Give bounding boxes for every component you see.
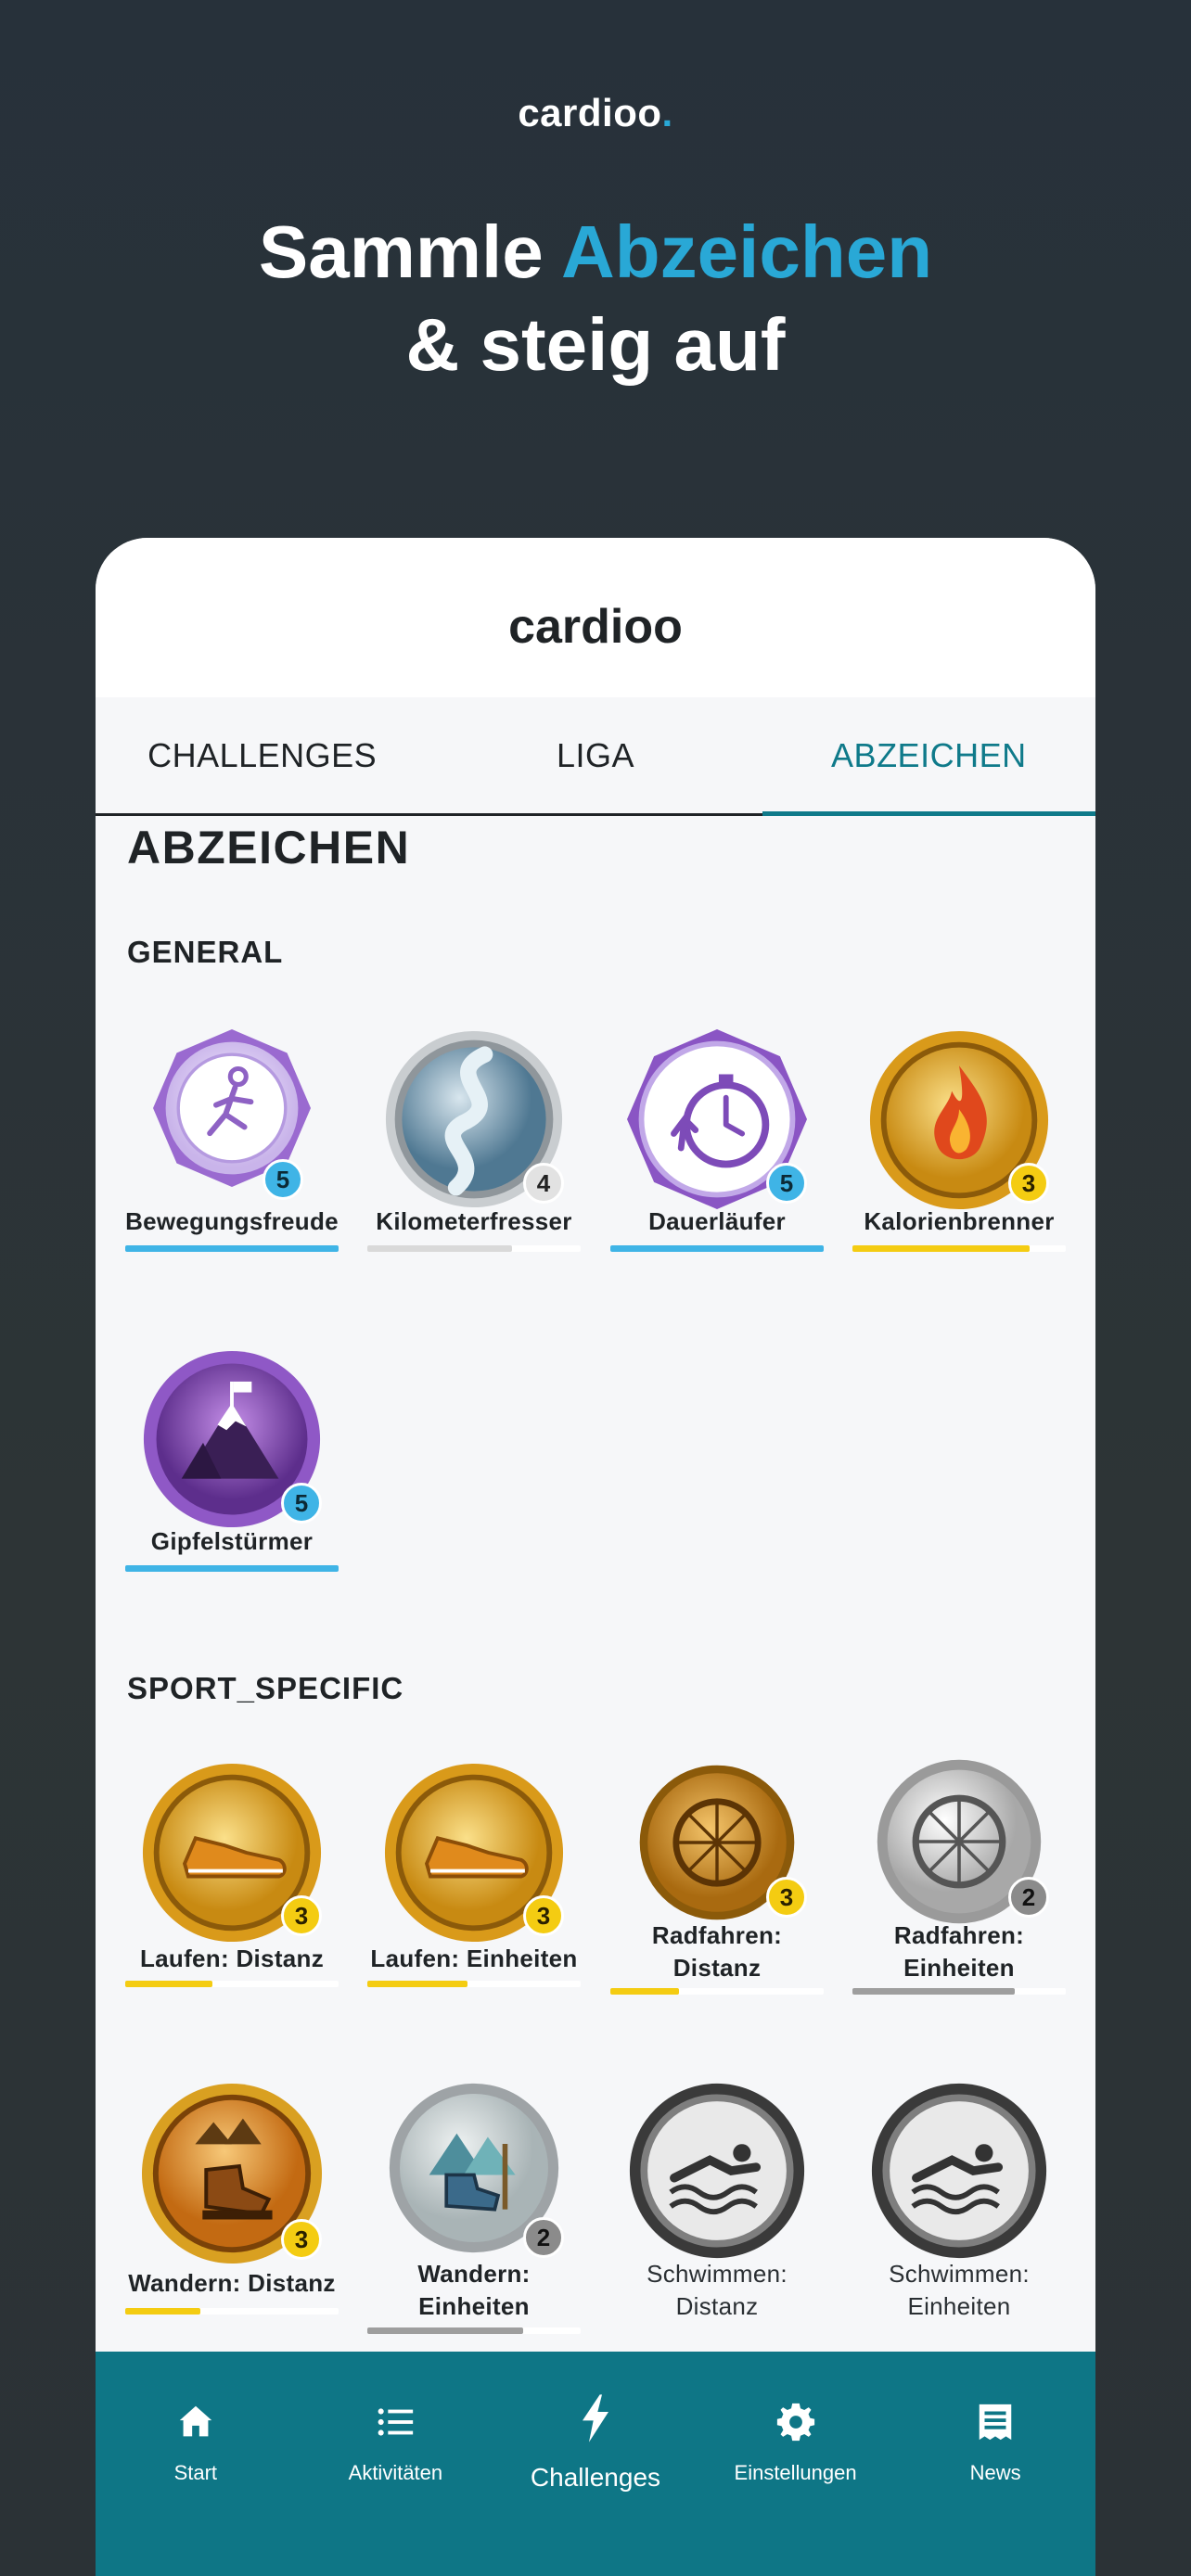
nav-label: Challenges bbox=[530, 2463, 661, 2492]
badge-label: Schwimmen: Einheiten bbox=[889, 2260, 1030, 2320]
list-icon bbox=[373, 2400, 417, 2444]
progress-fill bbox=[610, 1988, 679, 1995]
nav-label: Start bbox=[173, 2461, 218, 2484]
nav-label: Einstellungen bbox=[734, 2461, 857, 2484]
bottom-navigation: Start Aktivitäten Challenges Einstellung… bbox=[96, 2352, 1095, 2576]
badge-laufen-distanz[interactable]: 3 Laufen: Distanz bbox=[125, 1762, 339, 2040]
nav-news[interactable]: News bbox=[895, 2400, 1095, 2576]
badge-label: Wandern: Distanz bbox=[128, 2269, 336, 2297]
badge-label: Kalorienbrenner bbox=[864, 1207, 1055, 1235]
badge-radfahren-distanz[interactable]: 3 Radfahren: Distanz bbox=[610, 1743, 824, 2021]
badge-dauerlaeufer[interactable]: 5 Dauerläufer bbox=[610, 1029, 824, 1307]
page-title: ABZEICHEN bbox=[127, 822, 411, 874]
progress-bar bbox=[852, 1988, 1066, 1995]
tab-label: LIGA bbox=[556, 735, 635, 774]
level-badge: 3 bbox=[281, 2219, 322, 2260]
home-icon bbox=[173, 2400, 218, 2444]
level-badge: 3 bbox=[1008, 1163, 1049, 1204]
badge-label: Laufen: Distanz bbox=[139, 1945, 325, 1972]
tab-liga[interactable]: LIGA bbox=[429, 697, 762, 813]
nav-challenges[interactable]: Challenges bbox=[495, 2394, 696, 2576]
nav-aktivitaeten[interactable]: Aktivitäten bbox=[296, 2400, 496, 2576]
badge-gipfelstuermer[interactable]: 5 Gipfelstürmer bbox=[125, 1349, 339, 1627]
badge-bewegungsfreude[interactable]: 5 Bewegungsfreude bbox=[125, 1029, 339, 1307]
badge-label: Dauerläufer bbox=[648, 1207, 786, 1235]
headline-part1: Sammle bbox=[258, 210, 561, 293]
progress-bar bbox=[852, 1245, 1066, 1252]
progress-bar bbox=[610, 1988, 824, 1995]
progress-fill bbox=[852, 1245, 1030, 1252]
phone-screen: cardioo CHALLENGES LIGA ABZEICHEN ABZEIC… bbox=[96, 538, 1095, 2576]
level-badge: 4 bbox=[523, 1163, 564, 1204]
badge-label: Laufen: Einheiten bbox=[370, 1945, 578, 1972]
badge-wandern-distanz[interactable]: 3 Wandern: Distanz bbox=[125, 2082, 339, 2360]
badge-wandern-einheiten[interactable]: 2 Wandern: Einheiten bbox=[367, 2082, 581, 2360]
badge-label: Radfahren: Einheiten bbox=[893, 1921, 1025, 1982]
promo-brand-text: cardioo bbox=[518, 91, 662, 134]
badge-label: Schwimmen: Distanz bbox=[647, 2260, 788, 2320]
promo-headline: Sammle Abzeichen & steig auf bbox=[0, 206, 1191, 391]
badge-label: Wandern: Einheiten bbox=[417, 2260, 531, 2320]
level-badge: 3 bbox=[523, 1895, 564, 1936]
swimmer-icon bbox=[870, 2082, 1048, 2260]
badge-kalorienbrenner[interactable]: 3 Kalorienbrenner bbox=[852, 1029, 1066, 1307]
progress-bar bbox=[125, 1245, 339, 1252]
swimmer-icon bbox=[628, 2082, 806, 2260]
level-badge: 5 bbox=[766, 1163, 807, 1204]
progress-fill bbox=[367, 2327, 523, 2334]
gear-icon bbox=[774, 2400, 818, 2444]
headline-line2: & steig auf bbox=[405, 303, 786, 386]
badge-label: Bewegungsfreude bbox=[125, 1207, 339, 1235]
tab-bar: CHALLENGES LIGA ABZEICHEN bbox=[96, 697, 1095, 816]
nav-label: Aktivitäten bbox=[348, 2461, 443, 2484]
badge-schwimmen-einheiten[interactable]: Schwimmen: Einheiten bbox=[852, 2082, 1066, 2360]
level-badge: 5 bbox=[263, 1159, 303, 1200]
progress-bar bbox=[125, 2308, 339, 2315]
progress-fill bbox=[610, 1245, 824, 1252]
progress-bar bbox=[610, 1245, 824, 1252]
progress-bar bbox=[125, 1565, 339, 1572]
level-badge: 2 bbox=[523, 2217, 564, 2258]
bolt-icon bbox=[570, 2392, 621, 2444]
badge-label: Kilometerfresser bbox=[376, 1207, 572, 1235]
progress-bar bbox=[367, 1981, 581, 1987]
badge-label: Radfahren: Distanz bbox=[651, 1921, 783, 1982]
level-badge: 5 bbox=[281, 1483, 322, 1524]
newspaper-icon bbox=[973, 2400, 1018, 2444]
badge-kilometerfresser[interactable]: 4 Kilometerfresser bbox=[367, 1029, 581, 1307]
tab-label: ABZEICHEN bbox=[831, 735, 1027, 774]
progress-bar bbox=[125, 1981, 339, 1987]
app-title: cardioo bbox=[508, 600, 683, 654]
badge-laufen-einheiten[interactable]: 3 Laufen: Einheiten bbox=[367, 1762, 581, 2040]
progress-fill bbox=[852, 1988, 1015, 1995]
nav-label: News bbox=[969, 2461, 1021, 2484]
headline-accent: Abzeichen bbox=[561, 210, 933, 293]
tab-abzeichen[interactable]: ABZEICHEN bbox=[762, 697, 1095, 816]
badge-label: Gipfelstürmer bbox=[150, 1527, 314, 1555]
badge-schwimmen-distanz[interactable]: Schwimmen: Distanz bbox=[610, 2082, 824, 2360]
tab-challenges[interactable]: CHALLENGES bbox=[96, 697, 429, 813]
promo-brand-dot: . bbox=[661, 91, 673, 134]
section-title-general: GENERAL bbox=[127, 935, 284, 969]
section-title-sport-specific: SPORT_SPECIFIC bbox=[127, 1671, 404, 1705]
progress-fill bbox=[125, 1981, 213, 1987]
level-badge: 3 bbox=[766, 1877, 807, 1918]
progress-bar bbox=[367, 2327, 581, 2334]
nav-einstellungen[interactable]: Einstellungen bbox=[696, 2400, 896, 2576]
level-badge: 3 bbox=[281, 1895, 322, 1936]
progress-fill bbox=[125, 2308, 200, 2315]
progress-fill bbox=[367, 1245, 513, 1252]
progress-bar bbox=[367, 1245, 581, 1252]
level-badge: 2 bbox=[1008, 1877, 1049, 1918]
badge-radfahren-einheiten[interactable]: 2 Radfahren: Einheiten bbox=[852, 1743, 1066, 2021]
tab-label: CHALLENGES bbox=[147, 735, 378, 774]
progress-fill bbox=[125, 1245, 339, 1252]
progress-fill bbox=[367, 1981, 468, 1987]
app-bar: cardioo bbox=[96, 538, 1095, 697]
promo-brand: cardioo. bbox=[0, 91, 1191, 135]
nav-start[interactable]: Start bbox=[96, 2400, 296, 2576]
progress-fill bbox=[125, 1565, 339, 1572]
